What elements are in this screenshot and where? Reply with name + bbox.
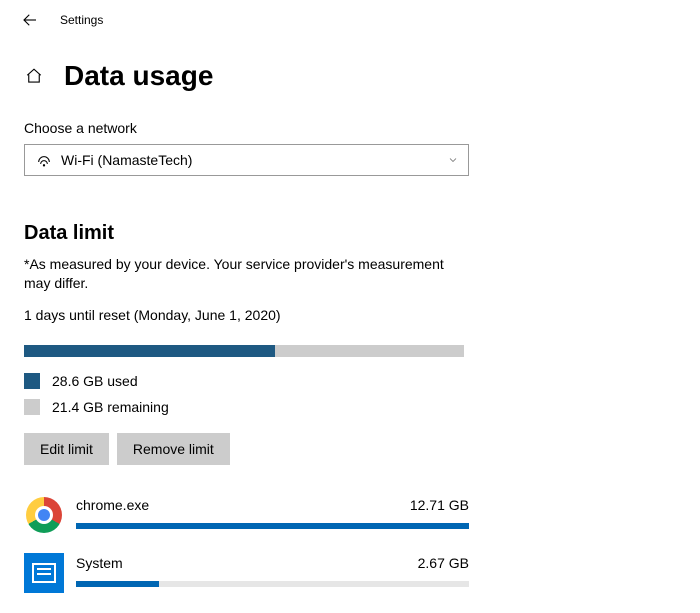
usage-bar-fill bbox=[24, 345, 275, 357]
network-dropdown[interactable]: Wi-Fi (NamasteTech) bbox=[24, 144, 469, 176]
used-swatch bbox=[24, 373, 40, 389]
app-row: chrome.exe 12.71 GB bbox=[24, 495, 469, 535]
network-label: Choose a network bbox=[24, 120, 676, 136]
page-title: Data usage bbox=[64, 60, 213, 92]
chevron-down-icon bbox=[446, 153, 460, 167]
legend-used: 28.6 GB used bbox=[24, 373, 676, 389]
app-title: Settings bbox=[60, 13, 103, 27]
app-amount: 2.67 GB bbox=[418, 555, 469, 571]
home-icon[interactable] bbox=[24, 66, 44, 86]
app-name: chrome.exe bbox=[76, 497, 149, 513]
app-usage-bar bbox=[76, 581, 469, 587]
app-usage-fill bbox=[76, 523, 469, 529]
app-row: System 2.67 GB bbox=[24, 553, 469, 593]
data-limit-heading: Data limit bbox=[24, 222, 676, 245]
reset-text: 1 days until reset (Monday, June 1, 2020… bbox=[24, 307, 676, 323]
edit-limit-button[interactable]: Edit limit bbox=[24, 433, 109, 465]
remaining-swatch bbox=[24, 399, 40, 415]
usage-bar bbox=[24, 345, 464, 357]
remove-limit-button[interactable]: Remove limit bbox=[117, 433, 230, 465]
used-text: 28.6 GB used bbox=[52, 373, 138, 389]
legend-remaining: 21.4 GB remaining bbox=[24, 399, 676, 415]
wifi-icon bbox=[35, 151, 53, 169]
chrome-icon bbox=[24, 495, 64, 535]
app-name: System bbox=[76, 555, 123, 571]
app-amount: 12.71 GB bbox=[410, 497, 469, 513]
back-button[interactable] bbox=[20, 10, 40, 30]
system-icon bbox=[24, 553, 64, 593]
remaining-text: 21.4 GB remaining bbox=[52, 399, 169, 415]
network-selected: Wi-Fi (NamasteTech) bbox=[61, 152, 446, 168]
app-usage-fill bbox=[76, 581, 159, 587]
measurement-note: *As measured by your device. Your servic… bbox=[24, 255, 469, 293]
app-usage-bar bbox=[76, 523, 469, 529]
